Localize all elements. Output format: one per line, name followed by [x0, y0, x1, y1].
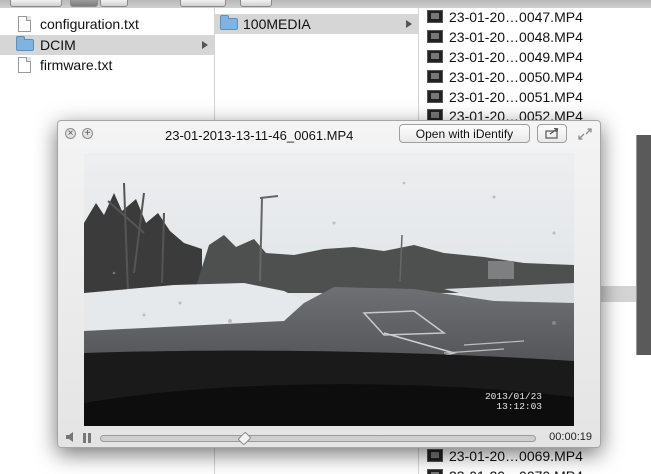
open-with-button[interactable]: Open with iDentify [399, 124, 530, 143]
list-item[interactable]: 23-01-20…0047.MP4 [419, 8, 651, 27]
video-file-icon [427, 50, 443, 63]
video-file-icon [427, 469, 443, 474]
background-window-fragment [636, 135, 651, 355]
toolbar-button[interactable] [240, 0, 272, 7]
video-file-icon [427, 30, 443, 43]
video-timestamp: 2013/01/23 13:12:03 [485, 392, 542, 412]
list-item[interactable]: 23-01-20…0069.MP4 [419, 446, 651, 466]
folder-icon [220, 15, 238, 30]
file-name: configuration.txt [40, 16, 139, 32]
file-name: 23-01-20…0070.MP4 [449, 466, 583, 474]
video-file-icon [427, 70, 443, 83]
list-item[interactable]: configuration.txt [0, 14, 214, 34]
list-item[interactable]: 23-01-20…0048.MP4 [419, 27, 651, 47]
file-name: 23-01-20…0049.MP4 [449, 49, 583, 65]
close-icon[interactable]: × [65, 128, 76, 139]
list-item[interactable]: firmware.txt [0, 55, 214, 75]
toolbar-button[interactable] [10, 0, 62, 7]
text-file-icon [18, 57, 31, 73]
disclosure-arrow-icon [202, 41, 208, 49]
fullscreen-plus-icon[interactable]: + [82, 128, 93, 139]
disclosure-arrow-icon [406, 20, 412, 28]
list-item[interactable]: DCIM [0, 35, 214, 55]
scrubber-knob[interactable] [237, 431, 252, 446]
video-frame[interactable]: 2013/01/23 13:12:03 [84, 153, 574, 426]
file-name: 23-01-20…0051.MP4 [449, 89, 583, 105]
file-name: 23-01-20…0050.MP4 [449, 69, 583, 85]
toolbar-button[interactable] [180, 0, 226, 7]
video-file-icon [427, 10, 443, 23]
finder-toolbar [0, 0, 651, 8]
list-item[interactable]: 23-01-20…0050.MP4 [419, 67, 651, 87]
folder-icon [16, 36, 34, 51]
dashcam-scene [84, 153, 574, 426]
list-item[interactable]: 23-01-20…0070.MP4 [419, 466, 651, 474]
expand-icon[interactable] [576, 126, 594, 142]
video-file-icon [427, 449, 443, 462]
toolbar-button[interactable] [100, 0, 128, 7]
file-name: firmware.txt [40, 57, 113, 73]
toolbar-button-view[interactable] [70, 0, 98, 7]
share-button[interactable] [537, 124, 567, 143]
video-file-icon [427, 90, 443, 103]
list-item[interactable]: 23-01-20…0049.MP4 [419, 47, 651, 67]
volume-icon[interactable] [66, 432, 75, 442]
playback-controls: 00:00:19 [58, 427, 600, 447]
folder-name: 100MEDIA [243, 16, 311, 32]
window-title: 23-01-2013-13-11-46_0061.MP4 [165, 128, 354, 143]
share-icon [545, 127, 559, 139]
quicklook-player-window: × + 23-01-2013-13-11-46_0061.MP4 Open wi… [57, 120, 601, 448]
folder-name: DCIM [40, 37, 76, 53]
pause-icon[interactable] [83, 433, 92, 443]
scrubber-track[interactable] [100, 431, 536, 446]
list-item[interactable]: 23-01-20…0051.MP4 [419, 87, 651, 107]
elapsed-time: 00:00:19 [549, 431, 592, 443]
list-item[interactable]: 100MEDIA [215, 14, 418, 34]
file-name: 23-01-20…0069.MP4 [449, 448, 583, 464]
file-name: 23-01-20…0047.MP4 [449, 9, 583, 25]
timestamp-time: 13:12:03 [496, 401, 542, 412]
file-name: 23-01-20…0048.MP4 [449, 29, 583, 45]
text-file-icon [18, 16, 31, 32]
